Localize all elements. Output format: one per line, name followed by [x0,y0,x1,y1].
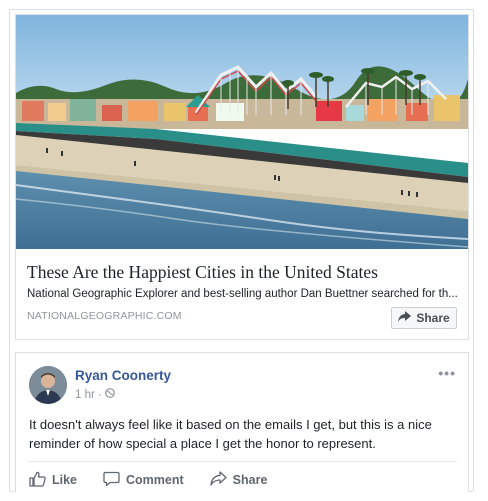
link-domain: NATIONALGEOGRAPHIC.COM [27,310,182,322]
share-button[interactable]: Share [391,307,457,329]
link-description: National Geographic Explorer and best-se… [27,288,458,300]
like-button[interactable]: Like [29,471,77,490]
share-label: Share [232,473,268,487]
meta-separator: · [97,388,102,401]
comment-icon [103,471,120,490]
post-author[interactable]: Ryan Coonerty [75,368,171,383]
thumbs-up-icon [29,471,46,490]
like-label: Like [52,473,78,487]
post-share-button[interactable]: Share [210,471,268,489]
link-title[interactable]: These Are the Happiest Cities in the Uni… [27,262,457,283]
divider [29,461,457,462]
link-preview-card[interactable]: These Are the Happiest Cities in the Uni… [15,14,469,340]
link-preview-image[interactable] [16,15,468,249]
post-actions: Like Comment Share [29,470,293,490]
share-arrow-icon [210,471,227,489]
comment-button[interactable]: Comment [103,471,184,490]
post: Ryan Coonerty 1 hr · ••• It doesn't alwa… [15,352,469,492]
post-text: It doesn't always feel like it based on … [29,417,432,451]
post-time[interactable]: 1 hr [75,389,95,401]
globe-icon [104,388,115,401]
comment-label: Comment [126,473,184,487]
more-options-button[interactable]: ••• [438,365,456,381]
share-arrow-icon [398,311,412,325]
post-meta: 1 hr · [75,388,115,401]
avatar[interactable] [29,366,67,404]
share-button-label: Share [416,311,450,325]
